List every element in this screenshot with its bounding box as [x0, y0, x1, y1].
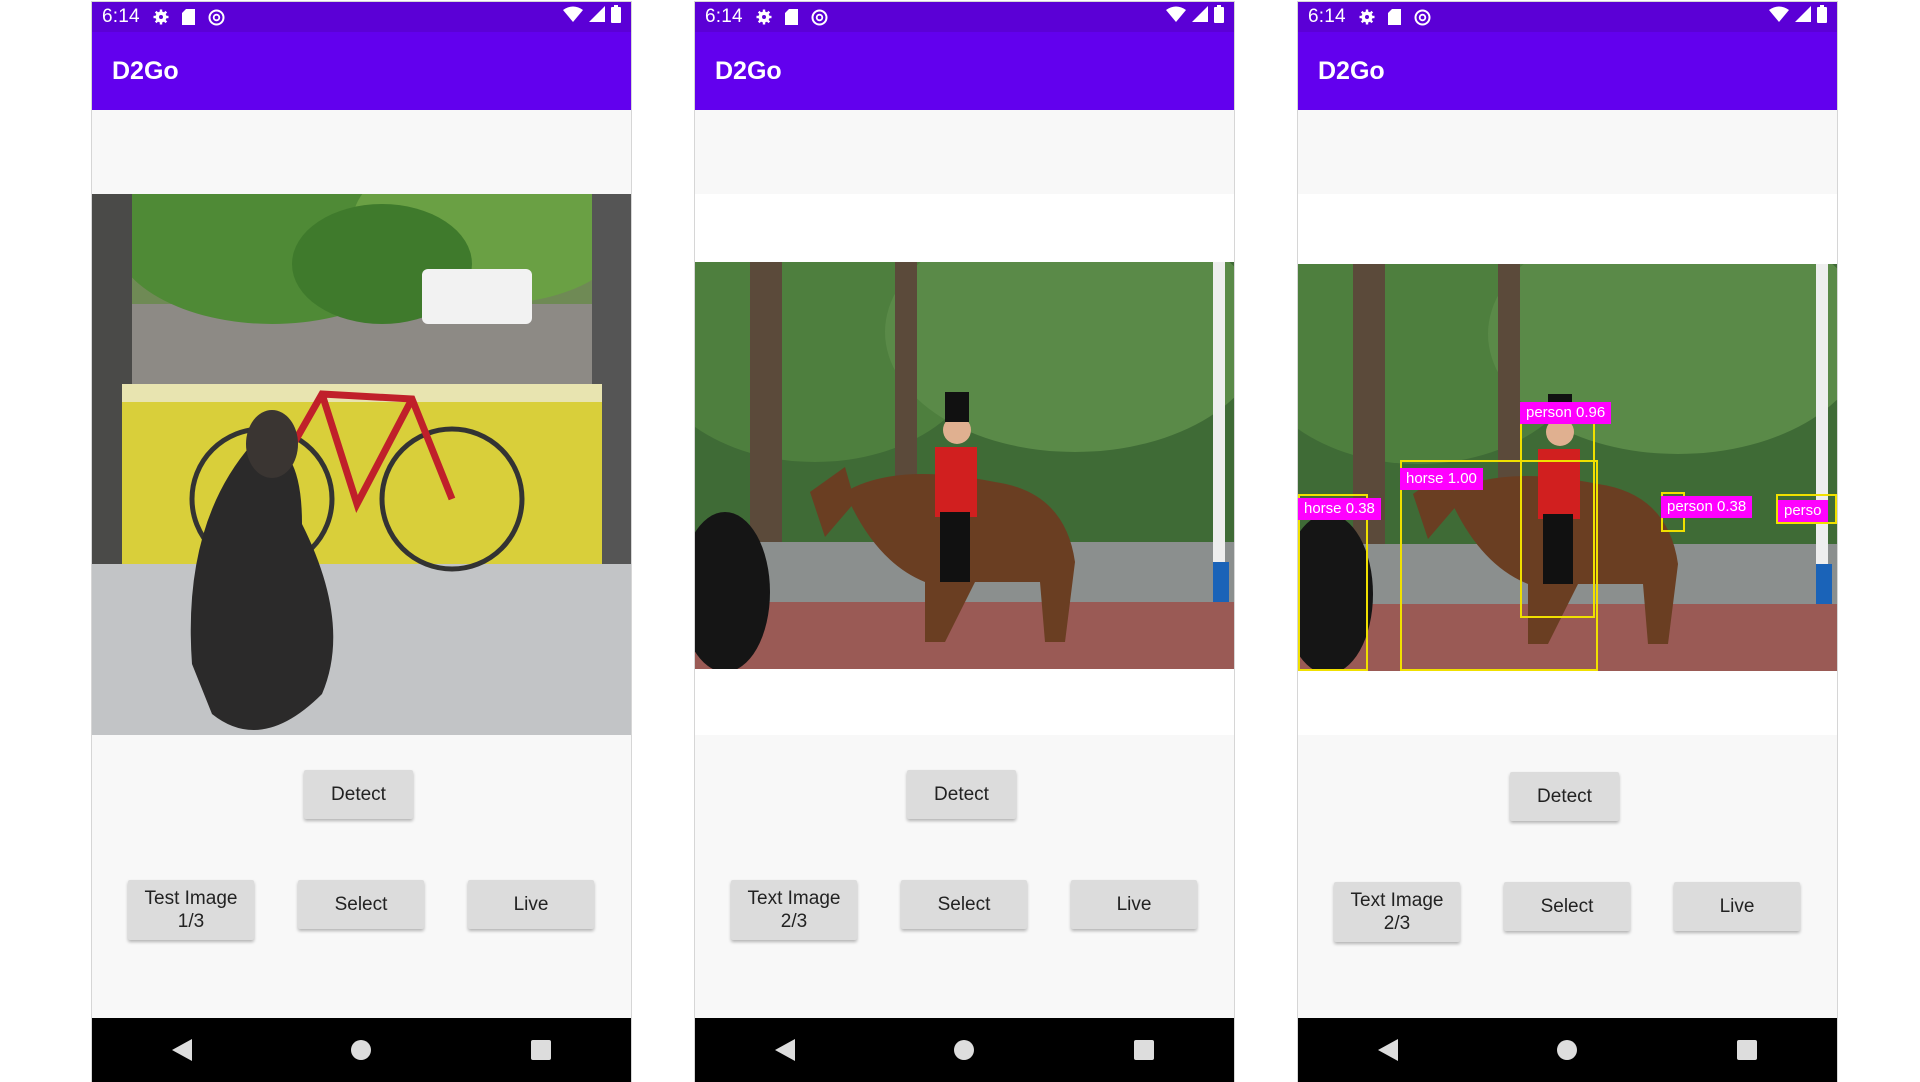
detect-button[interactable]: Detect	[907, 770, 1016, 819]
live-button[interactable]: Live	[1674, 882, 1800, 931]
navigation-bar	[1298, 1018, 1837, 1082]
at-icon	[1414, 8, 1432, 26]
test-image-horse-rider	[695, 262, 1234, 669]
phone-screen-2: 6:14 D2Go Detect Text Image 2/3 Select L…	[695, 2, 1234, 1082]
signal-icon	[1795, 6, 1811, 28]
recents-icon[interactable]	[1727, 1030, 1767, 1070]
phone-screen-3: 6:14 D2Go person 0.96 horse 1.00 horse 0…	[1298, 2, 1837, 1082]
live-button[interactable]: Live	[1071, 880, 1197, 929]
signal-icon	[589, 6, 605, 28]
detection-result-image: person 0.96 horse 1.00 horse 0.38 person…	[1298, 264, 1837, 671]
app-title: D2Go	[1318, 56, 1385, 85]
navigation-bar	[92, 1018, 631, 1082]
gear-icon	[1358, 8, 1376, 26]
wifi-icon	[1769, 6, 1789, 28]
sd-card-icon	[180, 8, 198, 26]
app-bar: D2Go	[1298, 32, 1837, 110]
detect-button[interactable]: Detect	[304, 770, 413, 819]
phone-screen-1: 6:14 D2Go Detect Test Image 1/3 Select L…	[92, 2, 631, 1082]
detection-box-person-0.96	[1520, 402, 1595, 618]
home-icon[interactable]	[341, 1030, 381, 1070]
app-title: D2Go	[112, 56, 179, 85]
test-image-button[interactable]: Text Image 2/3	[1334, 882, 1460, 942]
app-bar: D2Go	[695, 32, 1234, 110]
app-bar: D2Go	[92, 32, 631, 110]
status-bar: 6:14	[92, 2, 631, 32]
at-icon	[208, 8, 226, 26]
app-title: D2Go	[715, 56, 782, 85]
detection-label: person 0.38	[1661, 496, 1753, 518]
select-button[interactable]: Select	[298, 880, 424, 929]
live-button[interactable]: Live	[468, 880, 594, 929]
gear-icon	[755, 8, 773, 26]
test-image-dog-bike	[92, 194, 631, 735]
wifi-icon	[563, 6, 583, 28]
detection-label: person 0.96	[1520, 402, 1612, 424]
status-time: 6:14	[1308, 6, 1346, 27]
navigation-bar	[695, 1018, 1234, 1082]
select-button[interactable]: Select	[1504, 882, 1630, 931]
back-icon[interactable]	[162, 1030, 202, 1070]
test-image-button[interactable]: Test Image 1/3	[128, 880, 254, 940]
status-bar: 6:14	[1298, 2, 1837, 32]
recents-icon[interactable]	[1124, 1030, 1164, 1070]
detect-button[interactable]: Detect	[1510, 772, 1619, 821]
home-icon[interactable]	[1547, 1030, 1587, 1070]
detection-label: horse 1.00	[1400, 468, 1483, 490]
test-image-button[interactable]: Text Image 2/3	[731, 880, 857, 940]
sd-card-icon	[783, 8, 801, 26]
status-bar: 6:14	[695, 2, 1234, 32]
wifi-icon	[1166, 6, 1186, 28]
signal-icon	[1192, 6, 1208, 28]
detection-label: perso	[1778, 500, 1828, 522]
sd-card-icon	[1386, 8, 1404, 26]
back-icon[interactable]	[765, 1030, 805, 1070]
at-icon	[811, 8, 829, 26]
back-icon[interactable]	[1368, 1030, 1408, 1070]
gear-icon	[152, 8, 170, 26]
status-time: 6:14	[705, 6, 743, 27]
status-time: 6:14	[102, 6, 140, 27]
detection-label: horse 0.38	[1298, 498, 1381, 520]
detection-box-horse-0.38	[1298, 494, 1368, 671]
recents-icon[interactable]	[521, 1030, 561, 1070]
home-icon[interactable]	[944, 1030, 984, 1070]
battery-icon	[1214, 5, 1224, 29]
battery-icon	[611, 5, 621, 29]
battery-icon	[1817, 5, 1827, 29]
select-button[interactable]: Select	[901, 880, 1027, 929]
